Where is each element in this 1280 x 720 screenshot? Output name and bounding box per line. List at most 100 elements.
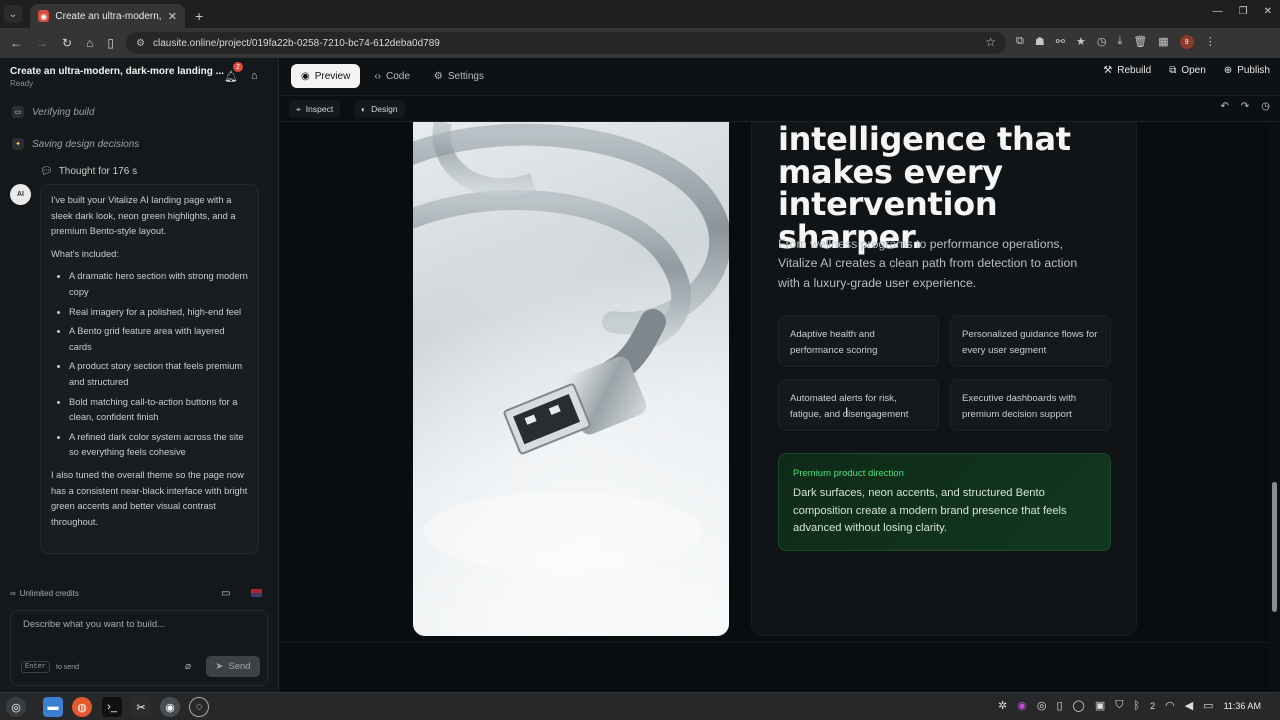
system-tray: ✲ ◉ ◎ ▯ ◯ ▣ ⛉ ᛒ 2 ◠ ◀︎ ▭ 11:36 AM: [998, 699, 1261, 712]
clock[interactable]: 11:36 AM: [1224, 701, 1261, 711]
site-info-icon[interactable]: ⚙: [136, 38, 145, 49]
assistant-message: I've built your Vitalize AI landing page…: [40, 184, 259, 554]
open-button[interactable]: ⧉ Open: [1169, 65, 1206, 76]
menu-icon[interactable]: ⋮: [1205, 35, 1216, 49]
firefox-icon[interactable]: ◍: [72, 697, 92, 717]
tray-app-icon[interactable]: ◯: [1073, 699, 1085, 712]
history-icon[interactable]: ◷: [1097, 35, 1107, 49]
back-icon[interactable]: ←: [10, 36, 22, 50]
send-button[interactable]: ➤ Send: [206, 656, 260, 677]
tray-app-icon[interactable]: ✲: [998, 699, 1007, 712]
us-flag-icon[interactable]: [251, 589, 262, 597]
hammer-icon: ⚒: [1103, 65, 1113, 76]
clipboard-icon[interactable]: ▣: [1095, 699, 1105, 712]
list-item: A dramatic hero section with strong mode…: [69, 269, 248, 300]
bookmark-star-icon[interactable]: ☆: [985, 35, 996, 49]
send-icon: ➤: [215, 661, 224, 672]
product-story-card: intelligence that makes every interventi…: [751, 122, 1137, 636]
inspect-button[interactable]: ⌖ Inspect: [289, 100, 341, 118]
tray-count: 2: [1150, 700, 1156, 711]
site-favicon-icon: ◉: [38, 10, 50, 22]
sidebar-toggle-icon[interactable]: ▯: [107, 36, 114, 50]
publish-button[interactable]: ⊕ Publish: [1224, 65, 1270, 76]
terminal-icon[interactable]: ›_: [102, 697, 122, 717]
tab-preview[interactable]: ◉ Preview: [291, 64, 361, 88]
device-preview-icon[interactable]: ▭: [221, 588, 230, 599]
shield-icon[interactable]: ⛉: [1115, 699, 1123, 712]
attach-icon[interactable]: ⌀: [185, 661, 191, 672]
undo-icon[interactable]: ↶: [1220, 101, 1228, 112]
step-saving: ✦ Saving design decisions: [12, 138, 139, 150]
external-link-icon: ⧉: [1169, 65, 1177, 76]
credits-label: Unlimited credits: [19, 589, 79, 598]
battery-icon[interactable]: ▭: [1203, 699, 1213, 712]
editor-topbar: ◉ Preview ‹› Code ⚙ Settings ⚒ Rebuild ⧉ Open…: [280, 58, 1280, 96]
tray-app-icon[interactable]: ◉: [1017, 699, 1027, 712]
enter-key: Enter: [21, 661, 51, 673]
thought-label: Thought for 176 s: [58, 166, 138, 177]
document-icon[interactable]: ▯: [1056, 699, 1062, 712]
section-headline: intelligence that makes every interventi…: [778, 122, 1071, 256]
preview-scrollbar[interactable]: [1270, 122, 1280, 692]
minimize-icon[interactable]: —: [1213, 6, 1223, 17]
list-item: Real imagery for a polished, high-end fe…: [69, 305, 248, 321]
extension-icon[interactable]: ⚯: [1056, 35, 1065, 49]
step-label: Verifying build: [32, 106, 95, 118]
history-icon[interactable]: ◷: [1261, 101, 1270, 112]
profile-avatar[interactable]: 9: [1179, 35, 1194, 49]
bookmarks-icon[interactable]: ★: [1076, 35, 1086, 49]
thought-indicator[interactable]: 💬︎ Thought for 176 s: [40, 166, 137, 177]
editor-actions: ⚒ Rebuild ⧉ Open ⊕ Publish: [1103, 65, 1270, 76]
url-bar[interactable]: ⚙ clausite.online/project/019fa22b-0258-…: [126, 32, 1006, 54]
bluetooth-icon[interactable]: ᛒ: [1133, 700, 1140, 712]
tab-search-button[interactable]: ⌄: [4, 5, 22, 23]
home-icon[interactable]: ⌂: [251, 70, 258, 82]
tab-label: Preview: [314, 70, 351, 82]
restore-icon[interactable]: ❐: [1239, 6, 1248, 17]
close-window-icon[interactable]: ✕: [1264, 6, 1272, 17]
apps-icon[interactable]: ▦: [1158, 35, 1168, 49]
scrollbar-thumb[interactable]: [1272, 482, 1277, 612]
redo-icon[interactable]: ↷: [1241, 101, 1249, 112]
close-tab-icon[interactable]: ✕: [168, 10, 177, 23]
enter-hint-label: to send: [56, 663, 79, 671]
reload-icon[interactable]: ↻: [62, 36, 72, 50]
design-button[interactable]: ◐ Design: [354, 100, 405, 118]
prompt-input[interactable]: Describe what you want to build... Enter…: [10, 610, 268, 686]
message-outro: I also tuned the overall theme so the pa…: [51, 469, 248, 527]
enter-hint: Enter to send: [21, 661, 79, 673]
history-controls: ↶ ↷ ◷: [1220, 101, 1270, 112]
incognito-icon[interactable]: ☗: [1035, 35, 1045, 49]
inspect-icon: ⌖: [296, 103, 301, 114]
tab-settings[interactable]: ⚙ Settings: [424, 64, 494, 88]
extension-icon[interactable]: ⧉: [1016, 35, 1024, 49]
message-included-heading: What's included:: [51, 248, 119, 259]
start-menu-icon[interactable]: ◎: [6, 697, 26, 717]
action-label: Open: [1181, 65, 1206, 76]
tab-code[interactable]: ‹› Code: [364, 64, 420, 88]
notification-badge: 2: [233, 62, 243, 72]
chrome-icon[interactable]: ◉: [160, 697, 180, 717]
action-label: Rebuild: [1117, 65, 1152, 76]
code-icon: ‹›: [374, 70, 381, 82]
media-app-icon[interactable]: ✂: [131, 697, 151, 717]
bell-icon[interactable]: 🔔︎: [224, 70, 238, 83]
download-icon[interactable]: ⤓: [1117, 35, 1122, 49]
rebuild-button[interactable]: ⚒ Rebuild: [1103, 65, 1151, 76]
list-item: A refined dark color system across the s…: [69, 430, 248, 461]
volume-icon[interactable]: ◀︎: [1185, 699, 1193, 712]
browser-tab[interactable]: ◉ Create an ultra-modern, dark- ✕: [30, 4, 185, 28]
tray-app-icon[interactable]: ◎: [1037, 699, 1047, 712]
ai-avatar: AI: [10, 184, 31, 205]
forward-icon[interactable]: →: [36, 36, 48, 50]
view-tabs: ◉ Preview ‹› Code ⚙ Settings: [291, 64, 494, 88]
settings-app-icon[interactable]: ◌: [189, 697, 209, 717]
feature-card: Adaptive health and performance scoring: [778, 315, 939, 367]
new-tab-button[interactable]: +: [195, 8, 203, 24]
files-icon[interactable]: ▬: [43, 697, 63, 717]
tab-title: Create an ultra-modern, dark-: [55, 10, 162, 22]
os-taskbar: ◎ ▬ ◍ ›_ ✂ ◉ ◌ ✲ ◉ ◎ ▯ ◯ ▣ ⛉ ᛒ 2 ◠ ◀︎ ▭ …: [0, 692, 1280, 720]
home-icon[interactable]: ⌂: [86, 36, 93, 50]
trash-icon[interactable]: 🗑: [1133, 35, 1147, 49]
wifi-icon[interactable]: ◠: [1165, 699, 1175, 712]
